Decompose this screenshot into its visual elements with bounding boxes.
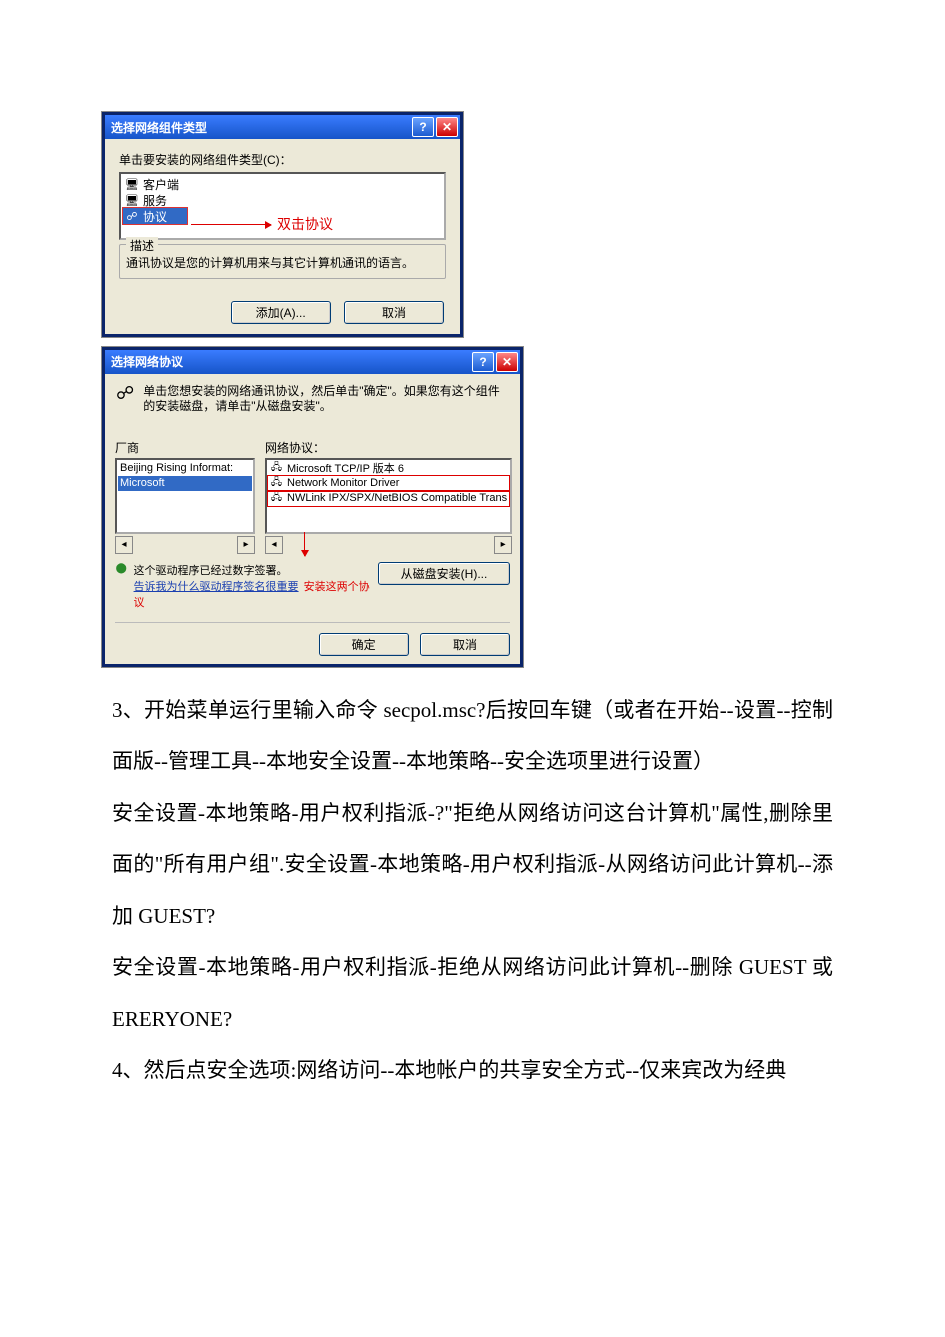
cancel-button[interactable]: 取消 xyxy=(420,633,510,656)
vendor-listbox[interactable]: Beijing Rising Informat: Microsoft xyxy=(115,458,255,534)
list-item-label: Microsoft TCP/IP 版本 6 xyxy=(287,460,404,476)
signature-importance-link[interactable]: 告诉我为什么驱动程序签名很重要 xyxy=(134,581,299,593)
help-button[interactable]: ? xyxy=(472,352,494,372)
annotation-arrow-icon xyxy=(191,224,271,225)
paragraph: 安全设置-本地策略-用户权利指派-?"拒绝从网络访问这台计算机"属性,删除里面的… xyxy=(112,788,833,942)
vendor-column-label: 厂商 xyxy=(115,439,255,456)
dialog1-instruction: 单击要安装的网络组件类型(C)： xyxy=(119,151,446,168)
close-button[interactable]: ✕ xyxy=(496,352,518,372)
protocol-icon: ☍ xyxy=(125,209,139,223)
list-item-label: 协议 xyxy=(143,208,167,225)
list-item[interactable]: 🖧 NWLink IPX/SPX/NetBIOS Compatible Tran… xyxy=(268,491,509,506)
annotation-text: 双击协议 xyxy=(277,214,333,234)
list-item[interactable]: 🖧 Network Monitor Driver xyxy=(268,476,509,491)
list-item[interactable]: 🖧 Microsoft TCP/IP 版本 6 xyxy=(268,461,509,476)
net-icon: 🖧 xyxy=(270,477,283,490)
list-item-label: Network Monitor Driver xyxy=(287,477,399,489)
client-icon: 🖥 xyxy=(125,177,139,191)
divider xyxy=(115,622,510,623)
protocol-listbox[interactable]: 🖧 Microsoft TCP/IP 版本 6 🖧 Network Monito… xyxy=(265,458,512,534)
dialog-select-network-protocol: 选择网络协议 ? ✕ ☍ 单击您想安装的网络通讯协议，然后单击"确定"。如果您有… xyxy=(102,347,523,667)
paragraph: 3、开始菜单运行里输入命令 secpol.msc?后按回车键（或者在开始--设置… xyxy=(112,685,833,788)
dialog2-title: 选择网络协议 xyxy=(111,353,472,370)
add-button[interactable]: 添加(A)... xyxy=(231,301,331,324)
dialog1-title: 选择网络组件类型 xyxy=(111,119,412,136)
list-item-label: NWLink IPX/SPX/NetBIOS Compatible Trans xyxy=(287,492,507,504)
list-item-label: 服务 xyxy=(143,192,167,209)
annotation-arrow-icon xyxy=(304,532,305,556)
list-item-label: 客户端 xyxy=(143,176,179,193)
paragraph: 安全设置-本地策略-用户权利指派-拒绝从网络访问此计算机--删除 GUEST 或… xyxy=(112,942,833,1045)
list-item[interactable]: Beijing Rising Informat: xyxy=(118,461,252,476)
signature-text: 这个驱动程序已经过数字签署。 xyxy=(134,562,372,578)
list-item-label: Beijing Rising Informat: xyxy=(120,462,233,474)
install-from-disk-button[interactable]: 从磁盘安装(H)... xyxy=(378,562,510,585)
scroll-left-button[interactable]: ◂ xyxy=(265,536,283,554)
help-button[interactable]: ? xyxy=(412,117,434,137)
close-button[interactable]: ✕ xyxy=(436,117,458,137)
description-group: 描述 通讯协议是您的计算机用来与其它计算机通讯的语言。 xyxy=(119,244,446,279)
scroll-right-button[interactable]: ▸ xyxy=(494,536,512,554)
net-icon: 🖧 xyxy=(270,492,283,505)
dialog2-hint: 单击您想安装的网络通讯协议，然后单击"确定"。如果您有这个组件的安装磁盘，请单击… xyxy=(143,384,510,415)
list-item-selected[interactable]: ☍ 协议 xyxy=(123,208,187,224)
dialog1-titlebar[interactable]: 选择网络组件类型 ? ✕ xyxy=(105,115,460,139)
list-item-selected[interactable]: Microsoft xyxy=(118,476,252,491)
paragraph: 4、然后点安全选项:网络访问--本地帐户的共享安全方式--仅来宾改为经典 xyxy=(112,1045,833,1096)
scroll-left-button[interactable]: ◂ xyxy=(115,536,133,554)
dialog-select-component-type: 选择网络组件类型 ? ✕ 单击要安装的网络组件类型(C)： 🖥 客户端 🖥 服务… xyxy=(102,112,463,337)
description-legend: 描述 xyxy=(126,237,158,254)
component-type-listbox[interactable]: 🖥 客户端 🖥 服务 ☍ 协议 双击协议 xyxy=(119,172,446,240)
list-item-label: Microsoft xyxy=(120,477,165,489)
ok-button[interactable]: 确定 xyxy=(319,633,409,656)
document-body-text: 3、开始菜单运行里输入命令 secpol.msc?后按回车键（或者在开始--设置… xyxy=(112,685,833,1097)
list-item[interactable]: 🖥 客户端 xyxy=(123,176,442,192)
protocol-large-icon: ☍ xyxy=(115,384,135,404)
description-text: 通讯协议是您的计算机用来与其它计算机通讯的语言。 xyxy=(126,255,439,272)
signed-icon: ⬤ xyxy=(115,562,128,575)
net-icon: 🖧 xyxy=(270,462,283,475)
service-icon: 🖥 xyxy=(125,193,139,207)
dialog2-titlebar[interactable]: 选择网络协议 ? ✕ xyxy=(105,350,520,374)
cancel-button[interactable]: 取消 xyxy=(344,301,444,324)
protocol-column-label: 网络协议： xyxy=(265,439,512,456)
scroll-right-button[interactable]: ▸ xyxy=(237,536,255,554)
list-item[interactable]: 🖥 服务 xyxy=(123,192,442,208)
